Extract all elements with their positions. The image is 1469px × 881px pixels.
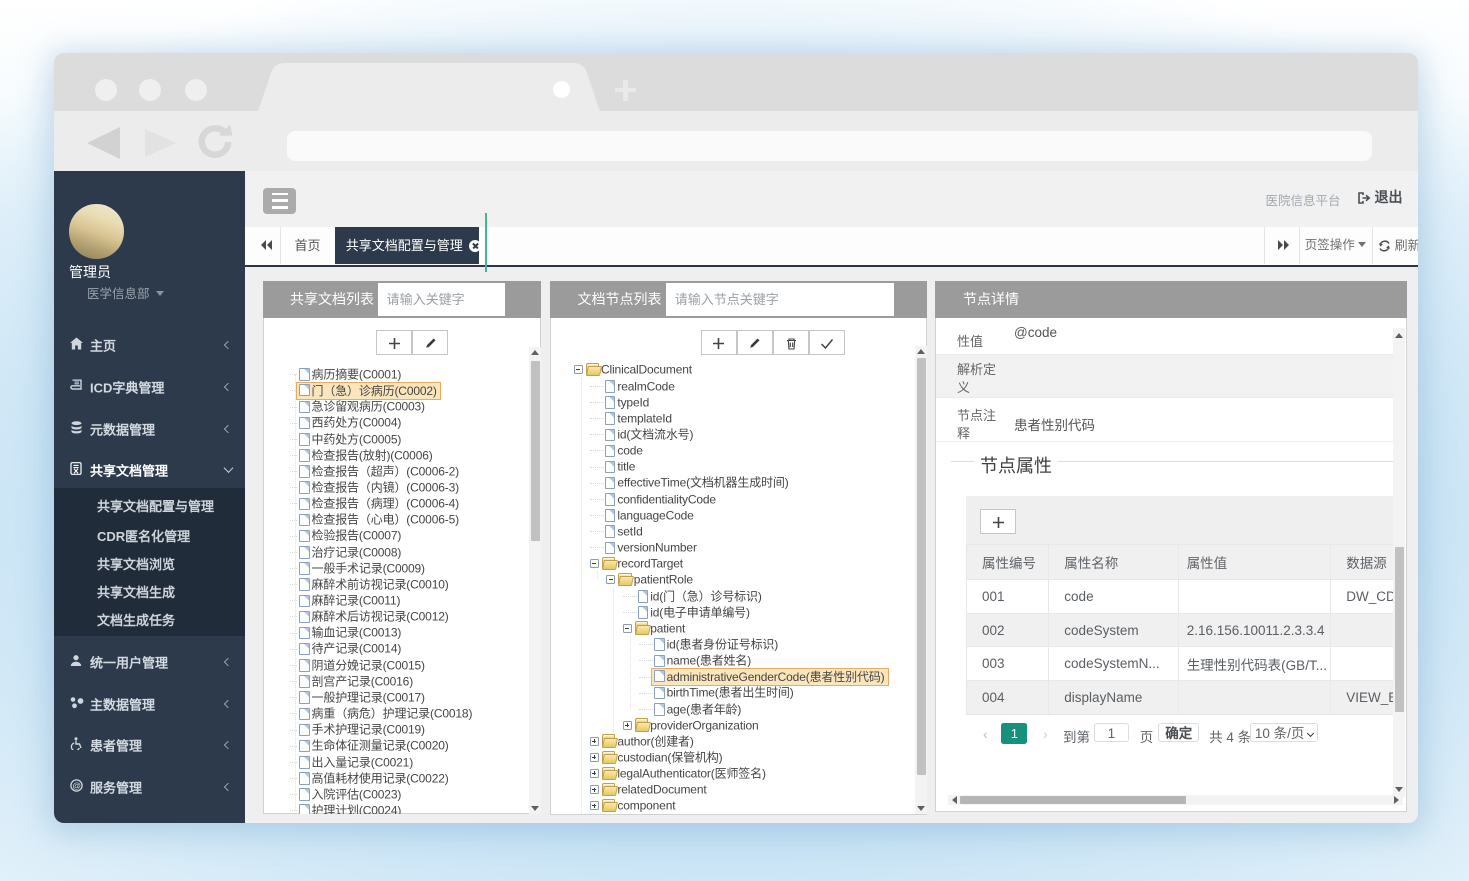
svg-text:@: @ [72,780,80,790]
